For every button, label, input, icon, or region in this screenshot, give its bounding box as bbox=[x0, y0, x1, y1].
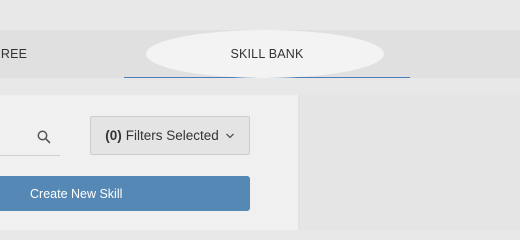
filters-label: Filters Selected bbox=[125, 128, 219, 143]
top-strip bbox=[0, 0, 520, 30]
tab-bar: REE SKILL BANK bbox=[0, 30, 520, 78]
create-new-skill-button[interactable]: Create New Skill bbox=[0, 176, 250, 211]
filters-count: (0) bbox=[105, 128, 122, 143]
create-new-skill-label: Create New Skill bbox=[30, 186, 123, 201]
right-panel bbox=[300, 95, 520, 230]
tab-skill-bank-label: SKILL BANK bbox=[230, 46, 304, 61]
search-input[interactable] bbox=[0, 118, 60, 156]
search-icon[interactable] bbox=[37, 130, 51, 144]
filters-dropdown[interactable]: (0) Filters Selected bbox=[90, 116, 250, 155]
tab-tree-label: REE bbox=[0, 47, 28, 61]
chevron-down-icon bbox=[225, 133, 234, 138]
separator bbox=[0, 78, 520, 95]
tab-skill-bank[interactable]: SKILL BANK bbox=[124, 30, 410, 78]
tab-tree[interactable]: REE bbox=[0, 30, 34, 78]
